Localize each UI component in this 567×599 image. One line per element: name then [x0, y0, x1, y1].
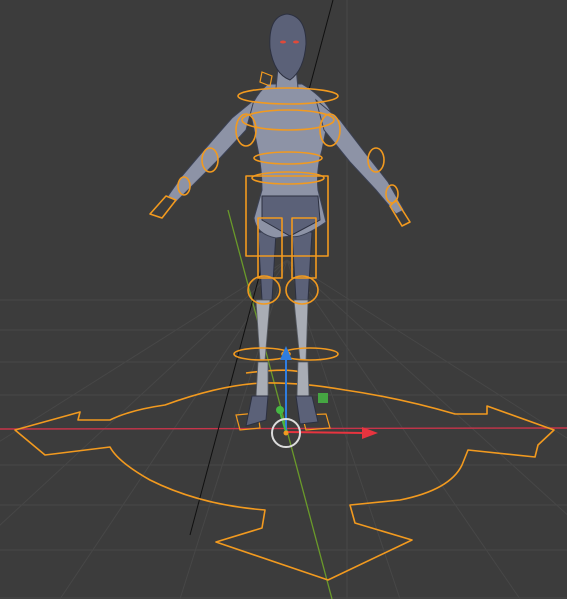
- y-handle-icon[interactable]: [276, 406, 284, 414]
- arm-right[interactable]: [315, 98, 405, 215]
- 3d-viewport[interactable]: [0, 0, 567, 599]
- eye-right: [293, 40, 299, 44]
- transform-gizmo[interactable]: [271, 346, 378, 448]
- root-arrow-control[interactable]: [14, 369, 555, 581]
- x-axis-line: [0, 427, 567, 430]
- xz-plane-handle-icon[interactable]: [318, 393, 328, 403]
- eye-left: [280, 40, 286, 44]
- viewport-canvas[interactable]: [0, 0, 567, 599]
- character-head[interactable]: [269, 13, 307, 81]
- 3d-cursor: [283, 430, 289, 436]
- leg-left[interactable]: [245, 231, 277, 427]
